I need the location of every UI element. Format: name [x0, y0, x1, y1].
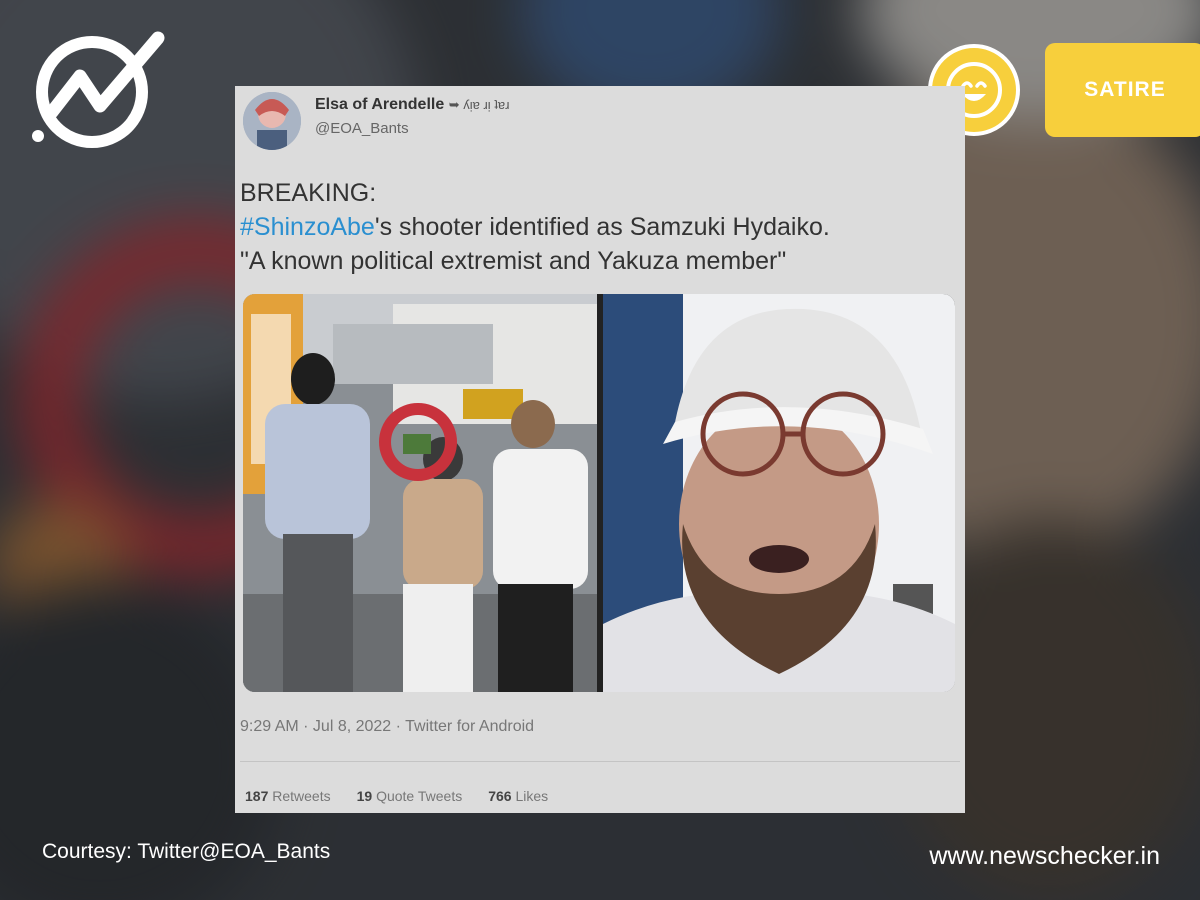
- tweet-text: BREAKING: #ShinzoAbe's shooter identifie…: [240, 176, 960, 278]
- man-photo[interactable]: [603, 294, 955, 692]
- newschecker-logo-icon: [32, 31, 165, 148]
- retweets-stat[interactable]: 187 Retweets: [245, 788, 331, 804]
- tweet-line-1: BREAKING:: [240, 179, 377, 207]
- hashtag-link[interactable]: #ShinzoAbe: [240, 213, 375, 241]
- tweet-meta: 9:29 AM · Jul 8, 2022 · Twitter for Andr…: [240, 718, 535, 735]
- display-name-suffix: ➥ ʎᴉɐ ɹᴉ ʇɐɹ: [448, 97, 510, 112]
- quote-tweets-stat[interactable]: 19 Quote Tweets: [357, 788, 463, 804]
- tweet-line-3: "A known political extremist and Yakuza …: [240, 247, 787, 275]
- divider: [240, 761, 960, 762]
- handle[interactable]: @EOA_Bants: [315, 120, 409, 137]
- satire-badge: SATIRE: [1045, 43, 1200, 137]
- site-url[interactable]: www.newschecker.in: [929, 842, 1160, 871]
- likes-stat[interactable]: 766 Likes: [488, 788, 548, 804]
- tweet-card: Elsa of Arendelle ➥ ʎᴉɐ ɹᴉ ʇɐɹ @EOA_Bant…: [235, 86, 965, 813]
- courtesy-caption: Courtesy: Twitter@EOA_Bants: [42, 840, 331, 863]
- tweet-stats: 187 Retweets 19 Quote Tweets 766 Likes: [245, 788, 548, 804]
- tweet-media[interactable]: [243, 294, 955, 692]
- tweet-line-2: #ShinzoAbe's shooter identified as Samzu…: [240, 213, 830, 241]
- crowd-photo[interactable]: [243, 294, 597, 692]
- avatar[interactable]: [243, 92, 301, 150]
- display-name[interactable]: Elsa of Arendelle ➥ ʎᴉɐ ɹᴉ ʇɐɹ: [315, 96, 509, 114]
